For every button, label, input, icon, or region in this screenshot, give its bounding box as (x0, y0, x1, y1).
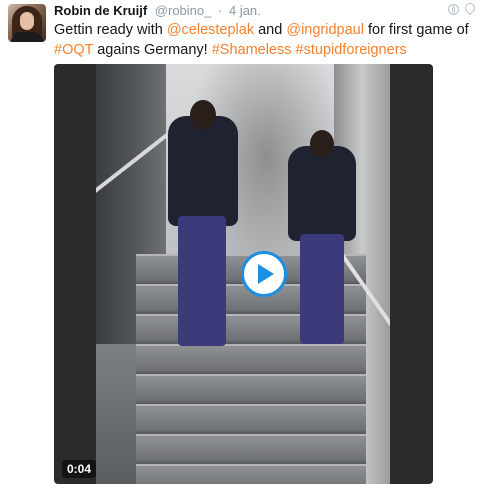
video-duration: 0:04 (62, 460, 97, 478)
stair-step (136, 464, 366, 484)
stair-step (136, 344, 366, 376)
avatar[interactable] (8, 4, 46, 42)
tweet: Robin de Kruijf @robino_ · 4 jan. Gettin… (0, 0, 483, 500)
tweet-header: Robin de Kruijf @robino_ · 4 jan. (54, 3, 261, 19)
play-icon (258, 264, 274, 284)
text-part: for first game of (363, 22, 469, 38)
video-player[interactable]: 0:04 (54, 64, 433, 484)
video-person-right (288, 130, 356, 344)
globe-icon (448, 3, 459, 15)
mention-celesteplak[interactable]: @celesteplak (167, 22, 254, 38)
person-head (310, 130, 334, 158)
person-legs (178, 216, 226, 346)
separator-dot: · (218, 3, 223, 18)
video-person-left (168, 100, 238, 346)
location-pin-icon[interactable] (462, 0, 478, 16)
stair-step (136, 374, 366, 406)
play-button[interactable] (241, 251, 287, 297)
person-head (190, 100, 216, 130)
hashtag-shameless[interactable]: #Shameless (212, 42, 292, 58)
tweet-time[interactable]: 4 jan. (229, 3, 261, 18)
tweet-text: Gettin ready with @celesteplak and @ingr… (54, 20, 474, 60)
tweet-meta-icons (448, 0, 478, 16)
author-name[interactable]: Robin de Kruijf (54, 3, 147, 18)
author-handle[interactable]: @robino_ (155, 3, 212, 18)
stair-step (136, 434, 366, 466)
avatar-face (20, 12, 34, 30)
avatar-shirt (11, 32, 43, 42)
text-part: Gettin ready with (54, 22, 167, 38)
person-legs (300, 234, 344, 344)
stair-step (136, 404, 366, 436)
text-part: agains Germany! (93, 42, 212, 58)
hashtag-stupidforeigners[interactable]: #stupidforeigners (296, 42, 407, 58)
hashtag-oqt[interactable]: #OQT (54, 42, 93, 58)
text-part: and (254, 22, 287, 38)
mention-ingridpaul[interactable]: @ingridpaul (286, 22, 364, 38)
